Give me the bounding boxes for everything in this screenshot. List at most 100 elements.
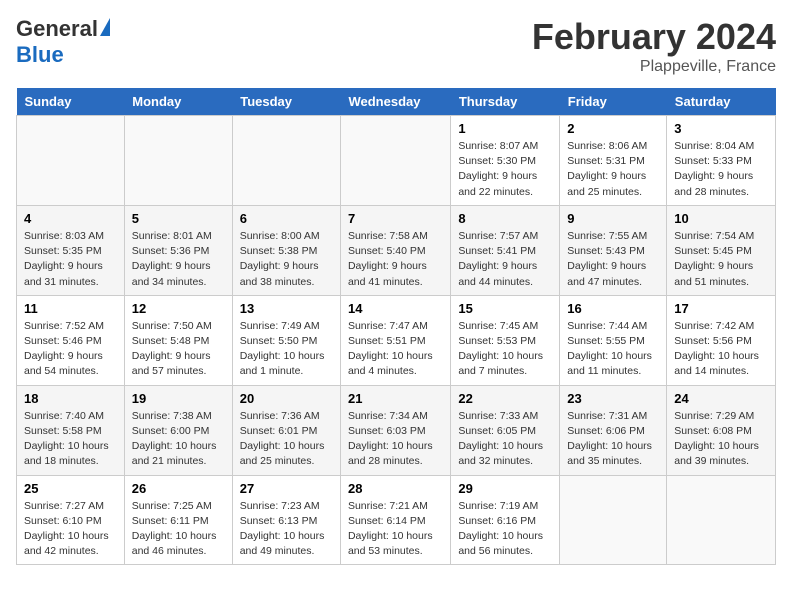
calendar-cell: 18 Sunrise: 7:40 AMSunset: 5:58 PMDayligh… (17, 385, 125, 475)
calendar-cell: 12 Sunrise: 7:50 AMSunset: 5:48 PMDayligh… (124, 295, 232, 385)
calendar-cell: 22Sunrise: 7:33 AMSunset: 6:05 PMDayligh… (451, 385, 560, 475)
calendar-cell: 16 Sunrise: 7:44 AMSunset: 5:55 PMDayligh… (560, 295, 667, 385)
logo-blue-text: Blue (16, 42, 64, 68)
logo-general-text: General (16, 16, 98, 42)
day-info: Sunrise: 7:44 AMSunset: 5:55 PMDaylight:… (567, 319, 659, 380)
day-number: 29 (458, 481, 552, 496)
logo-triangle-icon (100, 18, 110, 36)
month-title: February 2024 (532, 16, 776, 58)
calendar-cell: 27 Sunrise: 7:23 AMSunset: 6:13 PMDayligh… (232, 475, 340, 565)
day-number: 21 (348, 391, 443, 406)
day-number: 19 (132, 391, 225, 406)
header-friday: Friday (560, 88, 667, 116)
day-info: Sunrise: 7:38 AMSunset: 6:00 PMDaylight:… (132, 409, 225, 470)
day-info: Sunrise: 7:42 AMSunset: 5:56 PMDaylight:… (674, 319, 768, 380)
calendar-cell: 1 Sunrise: 8:07 AMSunset: 5:30 PMDaylight… (451, 116, 560, 206)
day-number: 3 (674, 121, 768, 136)
day-info: Sunrise: 7:29 AMSunset: 6:08 PMDaylight:… (674, 409, 768, 470)
day-info: Sunrise: 7:27 AMSunset: 6:10 PMDaylight:… (24, 499, 117, 560)
calendar-cell: 11 Sunrise: 7:52 AMSunset: 5:46 PMDayligh… (17, 295, 125, 385)
day-number: 11 (24, 301, 117, 316)
calendar-cell: 8 Sunrise: 7:57 AMSunset: 5:41 PMDaylight… (451, 205, 560, 295)
day-number: 14 (348, 301, 443, 316)
day-info: Sunrise: 8:04 AMSunset: 5:33 PMDaylight:… (674, 139, 768, 200)
day-number: 16 (567, 301, 659, 316)
day-number: 17 (674, 301, 768, 316)
day-info: Sunrise: 8:06 AMSunset: 5:31 PMDaylight:… (567, 139, 659, 200)
calendar-cell: 6 Sunrise: 8:00 AMSunset: 5:38 PMDaylight… (232, 205, 340, 295)
calendar-cell: 28Sunrise: 7:21 AMSunset: 6:14 PMDayligh… (340, 475, 450, 565)
day-info: Sunrise: 7:34 AMSunset: 6:03 PMDaylight:… (348, 409, 443, 470)
day-number: 15 (458, 301, 552, 316)
calendar-cell (340, 116, 450, 206)
day-number: 1 (458, 121, 552, 136)
day-info: Sunrise: 7:50 AMSunset: 5:48 PMDaylight:… (132, 319, 225, 380)
day-number: 5 (132, 211, 225, 226)
calendar-cell: 20Sunrise: 7:36 AMSunset: 6:01 PMDayligh… (232, 385, 340, 475)
calendar-cell: 17 Sunrise: 7:42 AMSunset: 5:56 PMDayligh… (667, 295, 776, 385)
day-number: 8 (458, 211, 552, 226)
day-number: 20 (240, 391, 333, 406)
day-number: 9 (567, 211, 659, 226)
day-number: 25 (24, 481, 117, 496)
day-info: Sunrise: 7:19 AMSunset: 6:16 PMDaylight:… (458, 499, 552, 560)
calendar-cell: 3 Sunrise: 8:04 AMSunset: 5:33 PMDaylight… (667, 116, 776, 206)
calendar-cell: 25 Sunrise: 7:27 AMSunset: 6:10 PMDayligh… (17, 475, 125, 565)
day-number: 24 (674, 391, 768, 406)
day-info: Sunrise: 7:52 AMSunset: 5:46 PMDaylight:… (24, 319, 117, 380)
page-header: General Blue February 2024 Plappeville, … (16, 16, 776, 76)
day-number: 2 (567, 121, 659, 136)
day-info: Sunrise: 7:25 AMSunset: 6:11 PMDaylight:… (132, 499, 225, 560)
logo: General Blue (16, 16, 110, 68)
calendar-cell: 2 Sunrise: 8:06 AMSunset: 5:31 PMDaylight… (560, 116, 667, 206)
day-number: 26 (132, 481, 225, 496)
header-thursday: Thursday (451, 88, 560, 116)
day-info: Sunrise: 7:23 AMSunset: 6:13 PMDaylight:… (240, 499, 333, 560)
calendar-cell (560, 475, 667, 565)
calendar-cell: 24 Sunrise: 7:29 AMSunset: 6:08 PMDayligh… (667, 385, 776, 475)
week-row-2: 11 Sunrise: 7:52 AMSunset: 5:46 PMDayligh… (17, 295, 776, 385)
day-number: 27 (240, 481, 333, 496)
header-saturday: Saturday (667, 88, 776, 116)
header-sunday: Sunday (17, 88, 125, 116)
calendar-cell: 15 Sunrise: 7:45 AMSunset: 5:53 PMDayligh… (451, 295, 560, 385)
week-row-3: 18 Sunrise: 7:40 AMSunset: 5:58 PMDayligh… (17, 385, 776, 475)
calendar-cell: 21 Sunrise: 7:34 AMSunset: 6:03 PMDayligh… (340, 385, 450, 475)
day-info: Sunrise: 8:07 AMSunset: 5:30 PMDaylight:… (458, 139, 552, 200)
day-info: Sunrise: 8:00 AMSunset: 5:38 PMDaylight:… (240, 229, 333, 290)
day-info: Sunrise: 7:40 AMSunset: 5:58 PMDaylight:… (24, 409, 117, 470)
header-tuesday: Tuesday (232, 88, 340, 116)
day-info: Sunrise: 7:33 AMSunset: 6:05 PMDaylight:… (458, 409, 552, 470)
calendar-cell: 5 Sunrise: 8:01 AMSunset: 5:36 PMDaylight… (124, 205, 232, 295)
calendar-cell (232, 116, 340, 206)
calendar-cell (124, 116, 232, 206)
day-info: Sunrise: 7:45 AMSunset: 5:53 PMDaylight:… (458, 319, 552, 380)
day-info: Sunrise: 7:54 AMSunset: 5:45 PMDaylight:… (674, 229, 768, 290)
header-wednesday: Wednesday (340, 88, 450, 116)
day-number: 12 (132, 301, 225, 316)
day-info: Sunrise: 8:01 AMSunset: 5:36 PMDaylight:… (132, 229, 225, 290)
header-monday: Monday (124, 88, 232, 116)
day-number: 18 (24, 391, 117, 406)
week-row-1: 4 Sunrise: 8:03 AMSunset: 5:35 PMDaylight… (17, 205, 776, 295)
calendar-cell: 4 Sunrise: 8:03 AMSunset: 5:35 PMDaylight… (17, 205, 125, 295)
day-number: 6 (240, 211, 333, 226)
day-info: Sunrise: 7:49 AMSunset: 5:50 PMDaylight:… (240, 319, 333, 380)
day-number: 4 (24, 211, 117, 226)
week-row-0: 1 Sunrise: 8:07 AMSunset: 5:30 PMDaylight… (17, 116, 776, 206)
day-number: 10 (674, 211, 768, 226)
day-info: Sunrise: 7:57 AMSunset: 5:41 PMDaylight:… (458, 229, 552, 290)
day-info: Sunrise: 8:03 AMSunset: 5:35 PMDaylight:… (24, 229, 117, 290)
day-info: Sunrise: 7:47 AMSunset: 5:51 PMDaylight:… (348, 319, 443, 380)
day-info: Sunrise: 7:31 AMSunset: 6:06 PMDaylight:… (567, 409, 659, 470)
calendar-cell: 7Sunrise: 7:58 AMSunset: 5:40 PMDaylight… (340, 205, 450, 295)
calendar-table: SundayMondayTuesdayWednesdayThursdayFrid… (16, 88, 776, 565)
calendar-cell (667, 475, 776, 565)
day-number: 28 (348, 481, 443, 496)
header-row: SundayMondayTuesdayWednesdayThursdayFrid… (17, 88, 776, 116)
calendar-cell: 14 Sunrise: 7:47 AMSunset: 5:51 PMDayligh… (340, 295, 450, 385)
calendar-cell (17, 116, 125, 206)
day-number: 7 (348, 211, 443, 226)
title-section: February 2024 Plappeville, France (532, 16, 776, 76)
calendar-cell: 26 Sunrise: 7:25 AMSunset: 6:11 PMDayligh… (124, 475, 232, 565)
